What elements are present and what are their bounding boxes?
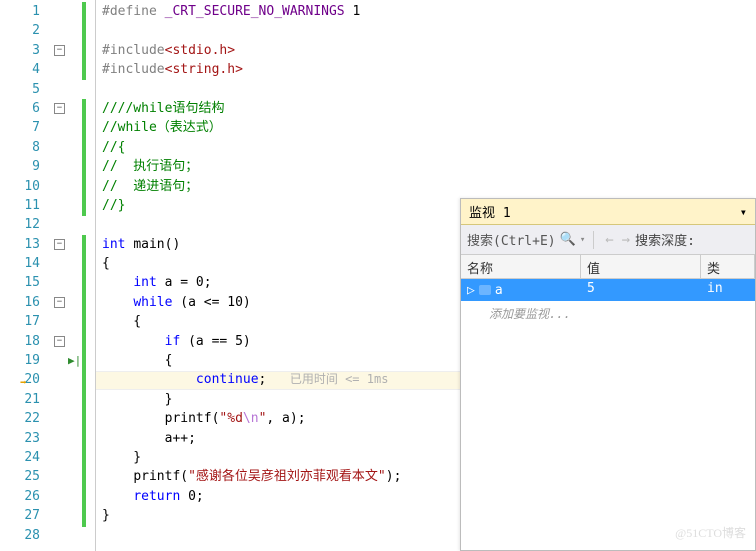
line-number: 21 (0, 390, 50, 409)
watch-body: ▷a5in (461, 279, 755, 301)
line-number: 18 (0, 332, 50, 351)
line-number: 17 (0, 312, 50, 331)
watch-header-value[interactable]: 值 (581, 255, 701, 278)
nav-back-icon[interactable]: ← (602, 232, 616, 248)
run-to-line-icon[interactable]: ▶| (68, 354, 81, 367)
watch-add-hint[interactable]: 添加要监视... (461, 301, 755, 326)
code-line[interactable]: #include<string.h> (102, 60, 756, 79)
line-number: 1 (0, 2, 50, 21)
line-number: 23 (0, 429, 50, 448)
line-number: 27 (0, 506, 50, 525)
line-number: 28 (0, 526, 50, 545)
line-number: 14 (0, 254, 50, 273)
line-number: 7 (0, 118, 50, 137)
separator (593, 231, 594, 249)
line-number: 12 (0, 215, 50, 234)
line-number: 15 (0, 273, 50, 292)
line-number: 11 (0, 196, 50, 215)
line-number: 9 (0, 157, 50, 176)
code-line[interactable]: //{ (102, 138, 756, 157)
watch-title-label: 监视 1 (469, 202, 511, 221)
execution-pointer-icon: ➡ (20, 376, 27, 389)
fold-icon[interactable]: − (54, 297, 65, 308)
line-number: 8 (0, 138, 50, 157)
search-depth-label: 搜索深度: (635, 230, 695, 249)
line-number-gutter: 1234567891011121314151617181920212223242… (0, 0, 50, 551)
fold-icon[interactable]: − (54, 336, 65, 347)
line-number: 16 (0, 293, 50, 312)
code-line[interactable] (102, 80, 756, 99)
editor-margin: −−−−−▶|➡ (50, 0, 96, 551)
watch-search-input[interactable]: 搜索(Ctrl+E) (467, 230, 556, 249)
code-line[interactable]: ////while语句结构 (102, 99, 756, 118)
dropdown-icon[interactable]: ▾ (740, 205, 747, 219)
line-number: 13 (0, 235, 50, 254)
watch-header-type[interactable]: 类 (701, 255, 755, 278)
code-line[interactable]: #define _CRT_SECURE_NO_WARNINGS 1 (102, 2, 756, 21)
watch-panel: 监视 1 ▾ 搜索(Ctrl+E) 🔍 ▾ ← → 搜索深度: 名称 值 类 ▷… (460, 198, 756, 551)
fold-icon[interactable]: − (54, 103, 65, 114)
line-number: 19 (0, 351, 50, 370)
line-number: 10 (0, 177, 50, 196)
line-number: 2 (0, 21, 50, 40)
chevron-down-icon[interactable]: ▾ (580, 235, 585, 245)
nav-forward-icon[interactable]: → (619, 232, 633, 248)
search-icon[interactable]: 🔍 (560, 232, 576, 247)
watermark: @51CTO博客 (675, 524, 746, 541)
line-number: 26 (0, 487, 50, 506)
watch-header-row: 名称 值 类 (461, 255, 755, 279)
code-line[interactable]: #include<stdio.h> (102, 41, 756, 60)
line-number: 22 (0, 409, 50, 428)
fold-icon[interactable]: − (54, 239, 65, 250)
variable-icon (479, 285, 491, 295)
line-number: 4 (0, 60, 50, 79)
code-line[interactable] (102, 21, 756, 40)
code-line[interactable]: // 执行语句； (102, 157, 756, 176)
line-number: 3 (0, 41, 50, 60)
line-number: 6 (0, 99, 50, 118)
fold-icon[interactable]: − (54, 45, 65, 56)
line-number: 25 (0, 467, 50, 486)
code-line[interactable]: //while（表达式） (102, 118, 756, 137)
watch-header-name[interactable]: 名称 (461, 255, 581, 278)
code-line[interactable]: // 递进语句； (102, 177, 756, 196)
watch-row[interactable]: ▷a5in (461, 279, 755, 301)
watch-toolbar: 搜索(Ctrl+E) 🔍 ▾ ← → 搜索深度: (461, 225, 755, 255)
watch-title-bar[interactable]: 监视 1 ▾ (461, 199, 755, 225)
line-number: 5 (0, 80, 50, 99)
line-number: 24 (0, 448, 50, 467)
